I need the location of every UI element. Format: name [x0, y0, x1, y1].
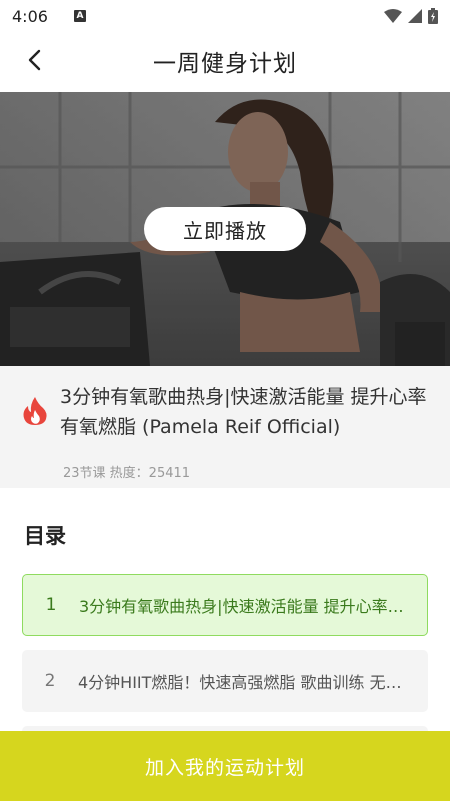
course-meta: 23节课 热度：25411 [63, 466, 191, 481]
toc-item-title: 3分钟有氧歌曲热身|快速激活能量 提升心率 有氧燃脂 [79, 597, 427, 616]
status-icons [384, 8, 438, 24]
play-now-button[interactable]: 立即播放 [144, 207, 306, 251]
course-title: 3分钟有氧歌曲热身|快速激活能量 提升心率 有氧燃脂 (Pamela Reif … [60, 386, 427, 438]
toc-item-1[interactable]: 1 3分钟有氧歌曲热身|快速激活能量 提升心率 有氧燃脂 [22, 574, 428, 636]
course-info: 3分钟有氧歌曲热身|快速激活能量 提升心率 有氧燃脂 (Pamela Reif … [0, 366, 450, 488]
status-bar: 4:06 A [0, 0, 450, 32]
toc-item-2[interactable]: 2 4分钟HIIT燃脂！快速高强燃脂 歌曲训练 无跳跃 [22, 650, 428, 712]
back-button[interactable] [18, 42, 50, 78]
fire-icon [23, 397, 47, 425]
chevron-left-icon [28, 49, 41, 71]
notification-icon: A [73, 10, 86, 22]
signal-icon [408, 9, 422, 23]
battery-icon [428, 8, 438, 24]
toc-item-title: 4分钟HIIT燃脂！快速高强燃脂 歌曲训练 无跳跃 [78, 673, 418, 692]
join-plan-button[interactable]: 加入我的运动计划 [0, 731, 450, 801]
wifi-icon [384, 9, 402, 23]
status-time: 4:06 [12, 6, 48, 26]
video-thumbnail[interactable]: 立即播放 [0, 92, 450, 366]
page-title: 一周健身计划 [153, 51, 297, 77]
header: 一周健身计划 [0, 32, 450, 90]
toc-heading: 目录 [24, 524, 66, 548]
toc-item-number: 1 [45, 595, 57, 615]
toc-item-number: 2 [44, 671, 56, 691]
